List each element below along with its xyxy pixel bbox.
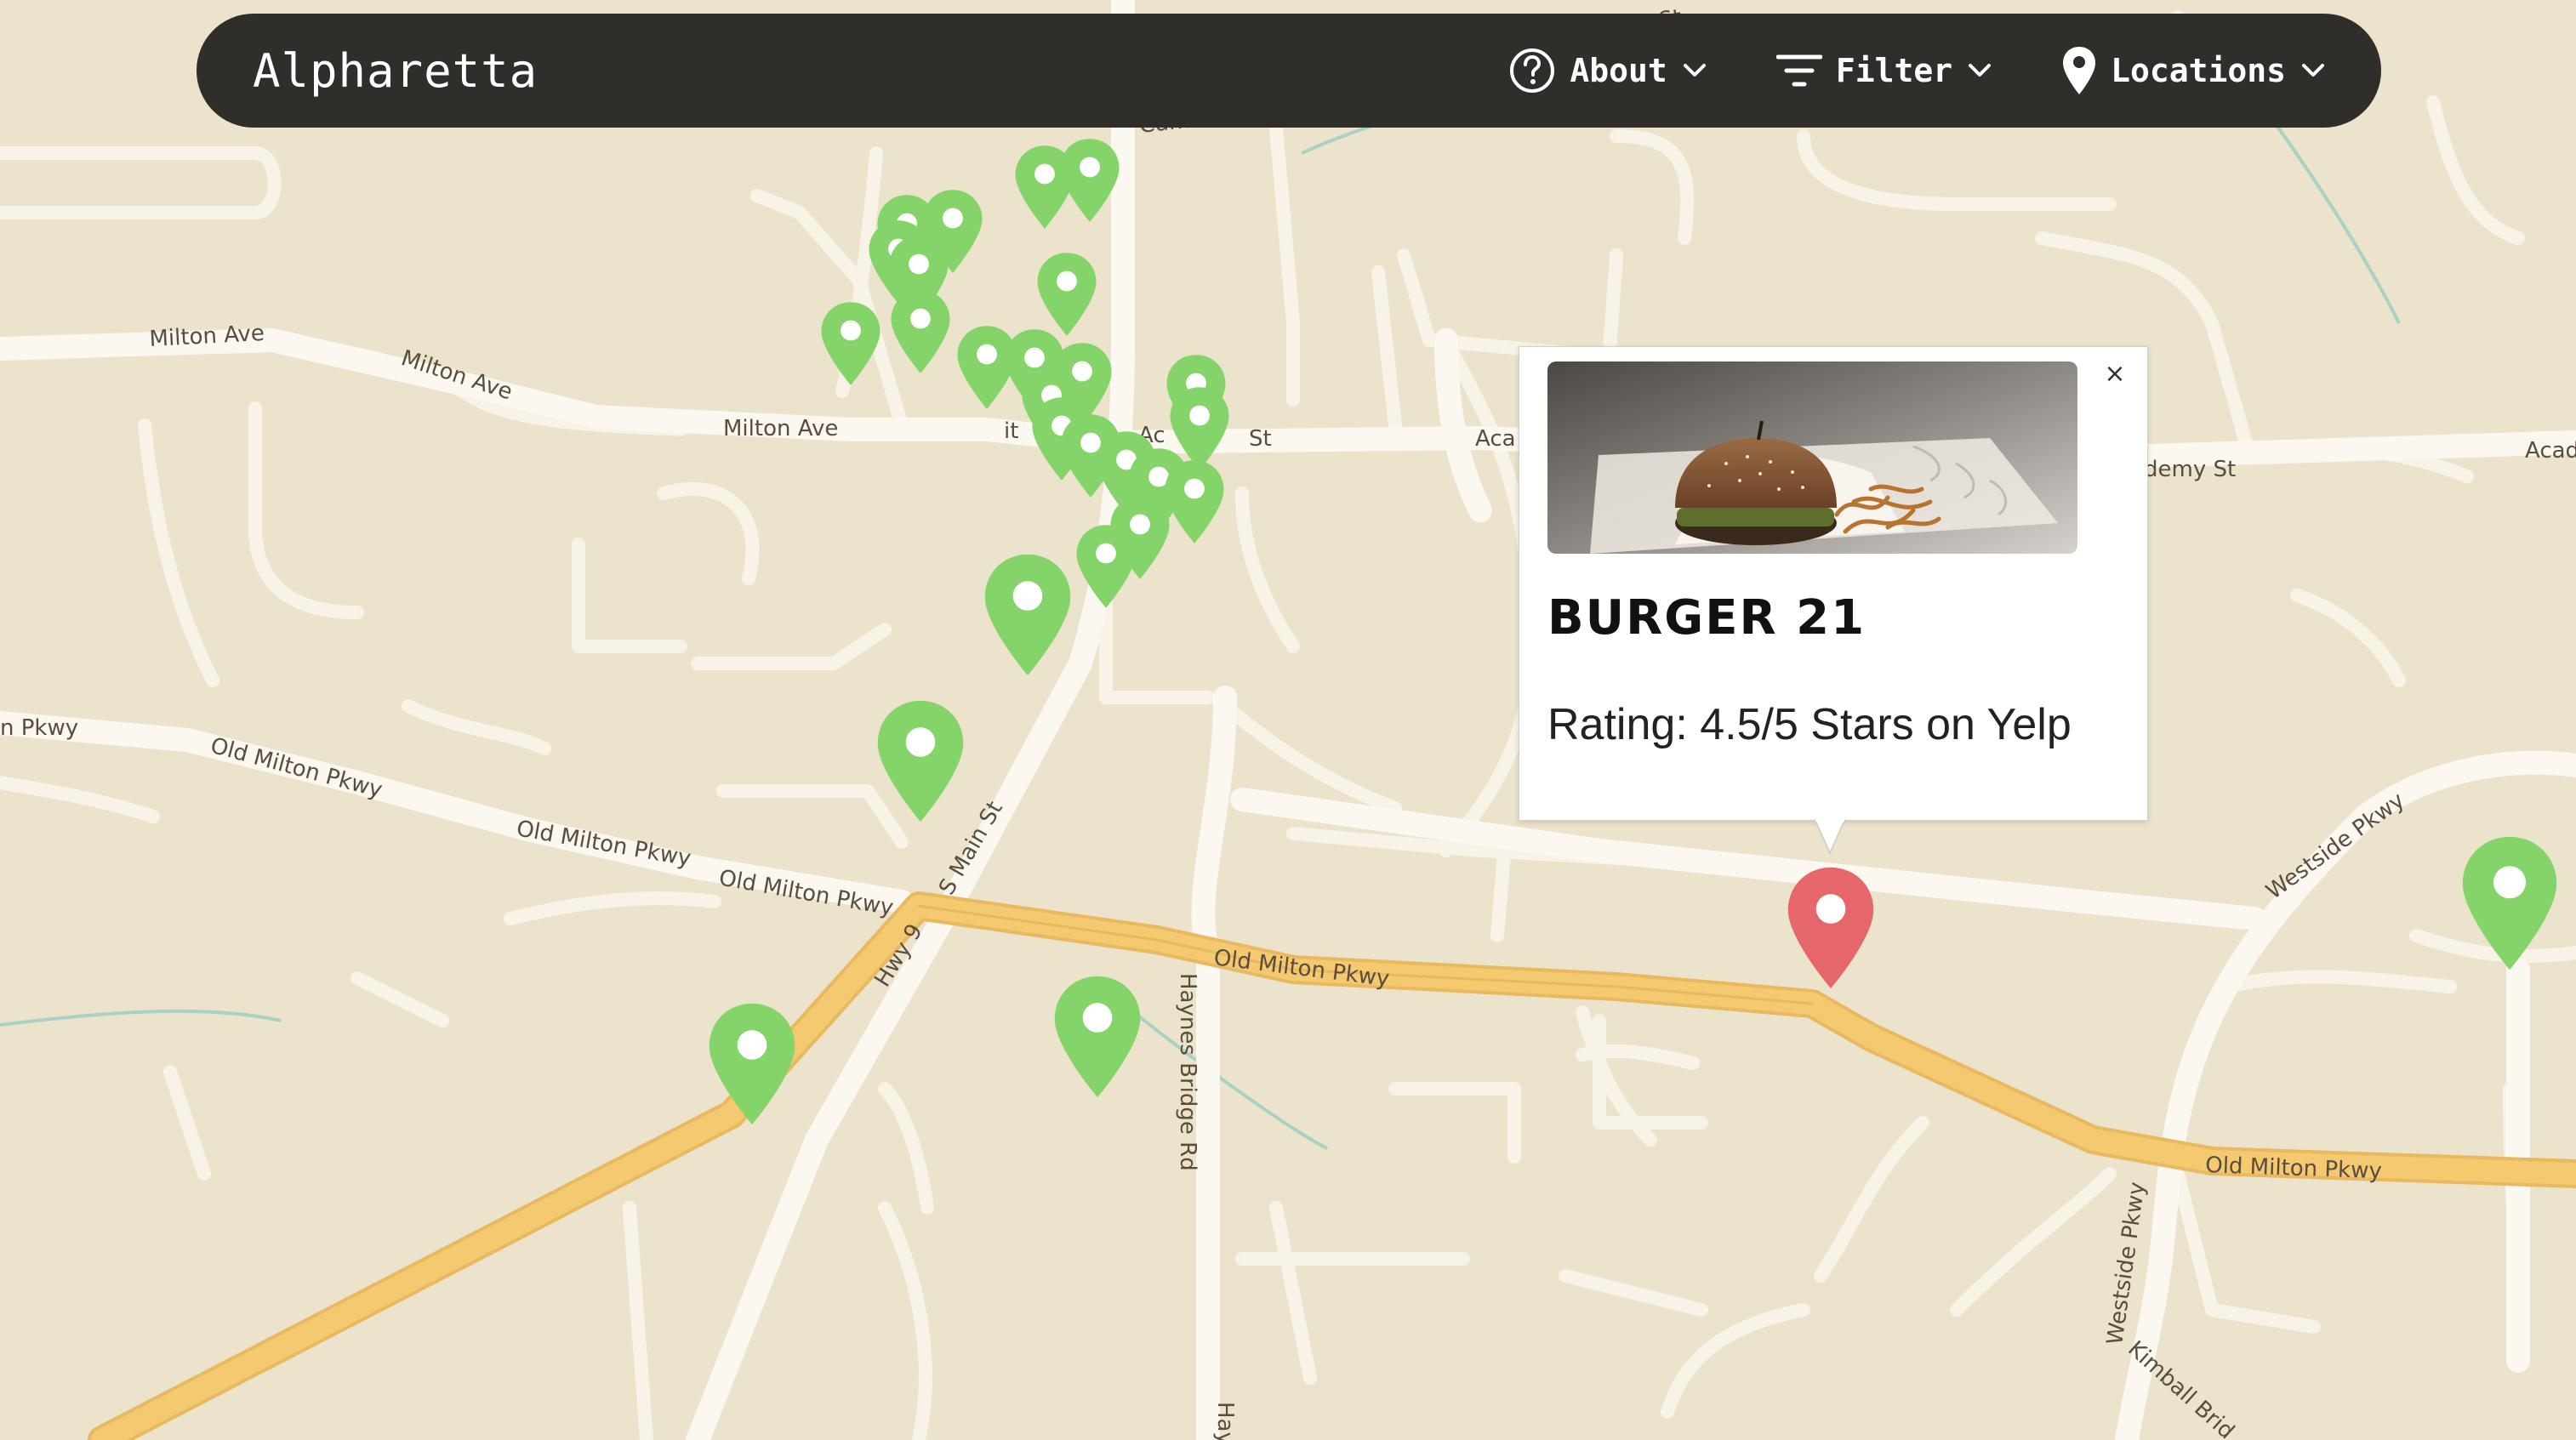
restaurant-rating: Rating: 4.5/5 Stars on Yelp — [1547, 700, 2072, 749]
popup-pointer — [1815, 819, 1845, 856]
street-label: St — [1249, 426, 1272, 452]
street-label: Milton Ave — [398, 345, 516, 405]
filter-menu[interactable]: Filter — [1775, 52, 1992, 89]
chevron-down-icon — [1683, 62, 1707, 79]
street-label: Aca — [1475, 426, 1516, 452]
street-label: Haynes Bridge Rd — [1175, 973, 1200, 1171]
locations-menu[interactable]: Locations — [2061, 45, 2325, 96]
restaurant-photo — [1547, 361, 2077, 554]
street-label: Milton Ave — [723, 416, 838, 441]
question-circle-icon — [1508, 47, 1556, 94]
street-label: Acad — [2525, 438, 2576, 464]
filter-label: Filter — [1835, 52, 1953, 89]
about-menu[interactable]: About — [1508, 47, 1706, 94]
app-title: Alpharetta — [253, 43, 539, 98]
street-label: demy St — [2144, 457, 2236, 482]
locations-label: Locations — [2111, 52, 2286, 89]
filter-icon — [1775, 52, 1822, 89]
chevron-down-icon — [2301, 62, 2325, 79]
street-label: Westside Pkwy — [2261, 788, 2409, 905]
location-info-popup: × BURGER 21 Rating: 4.5/5 Stars on Yelp — [1519, 346, 2148, 821]
location-marker[interactable] — [1037, 253, 1097, 336]
restaurant-name: BURGER 21 — [1547, 590, 1866, 646]
location-marker[interactable] — [984, 554, 1071, 676]
street-label: Hay — [1212, 1402, 1238, 1440]
location-marker[interactable] — [1165, 460, 1224, 544]
street-label: Old Milton Pkwy — [515, 816, 693, 872]
location-marker[interactable] — [877, 700, 964, 822]
location-marker[interactable] — [1015, 145, 1074, 229]
location-marker[interactable] — [1054, 976, 1141, 1098]
selected-location-marker[interactable] — [1787, 867, 1874, 989]
street-label: it — [1004, 418, 1018, 444]
location-marker[interactable] — [891, 290, 950, 373]
street-label: Old Milton Pkwy — [2205, 1153, 2382, 1184]
close-popup-button[interactable]: × — [2100, 359, 2130, 390]
street-label: Old Milton Pkwy — [1212, 945, 1391, 992]
street-label: n Pkwy — [0, 715, 78, 741]
about-label: About — [1570, 52, 1667, 89]
location-marker[interactable] — [821, 302, 881, 385]
map-canvas[interactable]: Cumming St Cumming St Milton Ave Milton … — [0, 0, 2576, 1440]
chevron-down-icon — [1968, 62, 1992, 79]
top-navigation-bar: Alpharetta About Filter Locations — [197, 14, 2381, 128]
location-marker[interactable] — [1076, 525, 1136, 608]
map-pin-icon — [2061, 45, 2097, 96]
street-label: Old Milton Pkwy — [208, 733, 385, 804]
